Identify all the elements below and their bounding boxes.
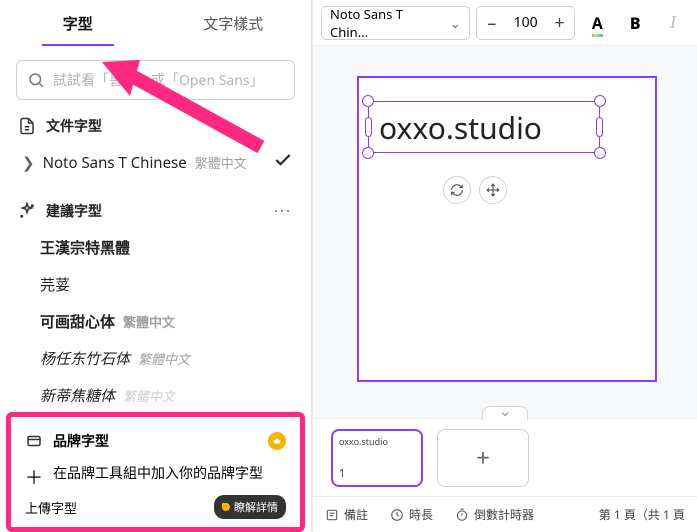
doc-font-item[interactable]: ❯ Noto Sans T Chinese 繁體中文: [0, 142, 311, 183]
page-thumbnails: oxxo.studio 1 +: [313, 418, 697, 496]
text-content: oxxo.studio: [379, 107, 542, 148]
doc-font-name: Noto Sans T Chinese: [43, 153, 187, 173]
floating-controls: [443, 176, 507, 204]
italic-button[interactable]: I: [657, 7, 689, 39]
check-icon: [273, 150, 293, 175]
document-icon: [18, 117, 36, 135]
resize-handle[interactable]: [362, 147, 374, 159]
page-indicator: 第 1 頁（共 1 頁: [599, 506, 685, 523]
font-family-value: Noto Sans T Chin...: [330, 5, 444, 41]
font-item[interactable]: 王漢宗特黑體: [0, 229, 311, 266]
duration-button[interactable]: 時長: [390, 506, 433, 523]
thumb-page-number: 1: [339, 466, 345, 481]
brand-kit-icon: [25, 432, 43, 450]
suggested-fonts-header: 建議字型 ⋯: [0, 193, 311, 229]
font-item[interactable]: 杨任东竹石体 繁體中文: [0, 340, 311, 377]
brand-fonts-promo: 品牌字型 ＋ 在品牌工具組中加入你的品牌字型 上傳字型 瞭解詳情: [6, 412, 305, 532]
doc-fonts-header: 文件字型: [0, 110, 311, 142]
timer-button[interactable]: 倒數計時器: [455, 506, 534, 523]
font-search[interactable]: [16, 60, 295, 100]
chevron-right-icon: ❯: [22, 153, 35, 173]
learn-more-pill[interactable]: 瞭解詳情: [214, 495, 286, 519]
sync-button[interactable]: [443, 176, 471, 204]
brand-fonts-row[interactable]: 品牌字型: [21, 425, 290, 457]
add-brand-font-label: 在品牌工具組中加入你的品牌字型: [53, 463, 263, 483]
resize-handle[interactable]: [594, 147, 606, 159]
collapse-pages-button[interactable]: [482, 406, 528, 420]
doc-fonts-label: 文件字型: [46, 116, 102, 136]
resize-handle[interactable]: [594, 95, 606, 107]
bold-button[interactable]: B: [619, 7, 651, 39]
chevron-down-icon: ⌄: [450, 14, 461, 32]
selected-text-box[interactable]: oxxo.studio: [368, 101, 600, 153]
notes-button[interactable]: 備註: [325, 506, 368, 523]
resize-handle[interactable]: [362, 95, 374, 107]
more-icon[interactable]: ⋯: [273, 199, 293, 223]
doc-font-sub: 繁體中文: [195, 153, 247, 172]
font-size-decrease[interactable]: –: [477, 7, 507, 39]
add-page-button[interactable]: +: [437, 429, 529, 487]
font-item[interactable]: 芫荽: [0, 266, 311, 303]
add-brand-font-row[interactable]: ＋ 在品牌工具組中加入你的品牌字型: [21, 457, 290, 489]
canvas-area: Noto Sans T Chin... ⌄ – 100 + A B I oxxo…: [312, 0, 697, 532]
canvas-footer: 備註 時長 倒數計時器 第 1 頁（共 1 頁: [313, 496, 697, 532]
font-item[interactable]: 可画甜心体 繁體中文: [0, 303, 311, 340]
suggested-fonts-label: 建議字型: [46, 201, 102, 221]
upload-font-link[interactable]: 上傳字型: [25, 498, 77, 517]
tab-font[interactable]: 字型: [0, 0, 156, 46]
crown-icon: [268, 432, 286, 450]
font-size-group: – 100 +: [476, 6, 576, 40]
page-thumbnail[interactable]: oxxo.studio 1: [331, 429, 423, 487]
canvas-stage[interactable]: oxxo.studio: [313, 46, 697, 418]
text-color-button[interactable]: A: [581, 7, 613, 39]
font-search-input[interactable]: [53, 71, 284, 90]
search-icon: [27, 71, 45, 89]
move-button[interactable]: [479, 176, 507, 204]
font-item[interactable]: 新蒂焦糖体 繁體中文: [0, 377, 311, 414]
resize-handle[interactable]: [365, 117, 372, 137]
brand-fonts-label: 品牌字型: [53, 431, 109, 451]
sparkle-icon: [18, 202, 36, 220]
font-size-increase[interactable]: +: [545, 7, 575, 39]
resize-handle[interactable]: [596, 117, 603, 137]
sidebar-tabs: 字型 文字樣式: [0, 0, 311, 46]
font-size-value[interactable]: 100: [507, 13, 545, 32]
tab-text-style[interactable]: 文字樣式: [156, 0, 312, 46]
suggested-font-list: 王漢宗特黑體 芫荽 可画甜心体 繁體中文 杨任东竹石体 繁體中文 新蒂焦糖体 繁…: [0, 229, 311, 414]
font-family-dropdown[interactable]: Noto Sans T Chin... ⌄: [321, 6, 470, 40]
thumb-text: oxxo.studio: [339, 435, 388, 448]
plus-icon: ＋: [25, 464, 43, 482]
font-sidebar: 字型 文字樣式 文件字型 ❯ Noto Sans T Chinese 繁體中文 …: [0, 0, 312, 532]
text-toolbar: Noto Sans T Chin... ⌄ – 100 + A B I: [313, 0, 697, 46]
